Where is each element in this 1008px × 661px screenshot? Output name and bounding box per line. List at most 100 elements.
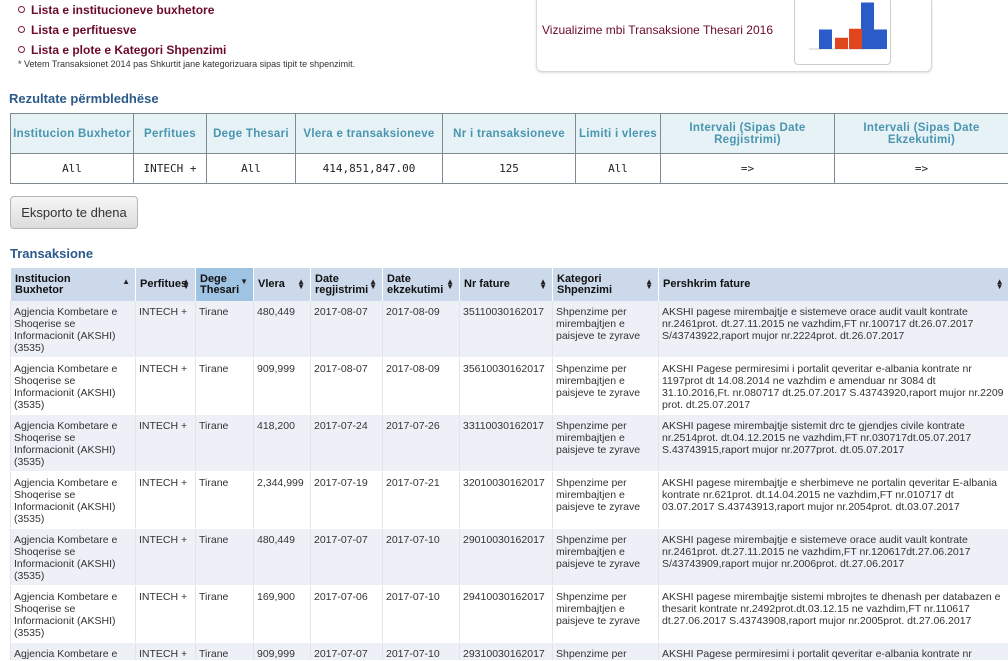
column-header-value[interactable]: Vlera▲▼: [254, 268, 311, 301]
cell-treasury-branch: Tirane: [196, 529, 254, 586]
summary-header-row: Institucion Buxhetor Perfitues Dege Thes…: [11, 114, 1008, 154]
summary-title: Rezultate përmbledhëse: [9, 91, 159, 106]
chart-bar: [819, 30, 832, 50]
summary-col-limit: Limiti i vleres: [576, 114, 661, 154]
cell-execution-date: 2017-07-21: [383, 472, 460, 529]
cell-invoice-number: 33110030162017: [460, 415, 553, 472]
cell-treasury-branch: Tirane: [196, 301, 254, 358]
sort-both-icon: ▲▼: [297, 279, 305, 289]
cell-institution: Agjencia Kombetare e Shoqerise se Inform…: [11, 529, 136, 586]
cell-value: 169,900: [254, 586, 311, 643]
link-beneficiaries-list[interactable]: Lista e perfituesve: [18, 20, 355, 40]
sort-both-icon: ▲▼: [996, 279, 1004, 289]
cell-value: 909,999: [254, 643, 311, 661]
cell-beneficiary: INTECH +: [136, 415, 196, 472]
chart-bar: [861, 3, 874, 50]
sort-both-icon: ▲▼: [539, 279, 547, 289]
cell-invoice-description: AKSHI pagese mirembajtje e sistemeve ora…: [659, 301, 1008, 358]
cell-registration-date: 2017-07-07: [311, 643, 383, 661]
summary-col-beneficiary: Perfitues: [134, 114, 207, 154]
column-header-beneficiary[interactable]: Perfitues▲▼: [136, 268, 196, 301]
cell-treasury-branch: Tirane: [196, 358, 254, 415]
cell-institution: Agjencia Kombetare e Shoqerise se Inform…: [11, 415, 136, 472]
table-row[interactable]: Agjencia Kombetare e Shoqerise se Inform…: [11, 529, 1008, 586]
sort-both-icon: ▲▼: [369, 279, 377, 289]
cell-institution: Agjencia Kombetare e: [11, 643, 136, 661]
cell-treasury-branch: Tirane: [196, 415, 254, 472]
transactions-header-row: Institucion Buxhetor▲ Perfitues▲▼ Dege T…: [11, 268, 1008, 301]
column-header-treasury-branch[interactable]: Dege Thesari▼: [196, 268, 254, 301]
cell-invoice-number: 35110030162017: [460, 301, 553, 358]
cell-institution: Agjencia Kombetare e Shoqerise se Inform…: [11, 301, 136, 358]
cell-expense-category: Shpenzime per mirembajtjen e paisjeve te…: [553, 358, 659, 415]
column-header-invoice-description[interactable]: Pershkrim fature▲▼: [659, 268, 1008, 301]
cell-execution-date: 2017-08-09: [383, 358, 460, 415]
summary-count-value: 125: [443, 154, 576, 184]
table-row[interactable]: Agjencia Kombetare e Shoqerise se Inform…: [11, 586, 1008, 643]
circle-bullet-icon: [18, 6, 25, 13]
summary-table: Institucion Buxhetor Perfitues Dege Thes…: [10, 113, 1008, 184]
cell-registration-date: 2017-07-24: [311, 415, 383, 472]
cell-expense-category: Shpenzime per mirembajtjen e paisjeve te…: [553, 472, 659, 529]
cell-execution-date: 2017-07-10: [383, 586, 460, 643]
chart-thumbnail[interactable]: [794, 0, 891, 65]
cell-beneficiary: INTECH +: [136, 472, 196, 529]
summary-col-count: Nr i transaksioneve: [443, 114, 576, 154]
table-row[interactable]: Agjencia Kombetare e Shoqerise se Inform…: [11, 472, 1008, 529]
export-data-button[interactable]: Eksporto te dhena: [10, 196, 138, 229]
circle-bullet-icon: [18, 46, 25, 53]
table-row[interactable]: Agjencia Kombetare e Shoqerise se Inform…: [11, 358, 1008, 415]
summary-interval-execution-value: =>: [835, 154, 1008, 184]
column-header-invoice-number[interactable]: Nr fature▲▼: [460, 268, 553, 301]
cell-registration-date: 2017-08-07: [311, 301, 383, 358]
categorization-note: * Vetem Transaksionet 2014 pas Shkurtit …: [18, 59, 355, 69]
sort-asc-icon: ▲: [122, 279, 130, 284]
table-row[interactable]: Agjencia Kombetare eINTECH +Tirane909,99…: [11, 643, 1008, 661]
visualization-panel[interactable]: Vizualizime mbi Transaksione Thesari 201…: [536, 0, 932, 72]
chart-bar: [835, 38, 848, 49]
table-row[interactable]: Agjencia Kombetare e Shoqerise se Inform…: [11, 301, 1008, 358]
summary-branch-value: All: [207, 154, 296, 184]
cell-beneficiary: INTECH +: [136, 301, 196, 358]
cell-value: 480,449: [254, 301, 311, 358]
cell-invoice-description: AKSHI pagese mirembajtje e sistemeve ora…: [659, 529, 1008, 586]
cell-invoice-description: AKSHI pagese mirembajtje sistemit drc te…: [659, 415, 1008, 472]
cell-invoice-number: 29310030162017: [460, 643, 553, 661]
summary-beneficiary-value: INTECH +: [134, 154, 207, 184]
cell-institution: Agjencia Kombetare e Shoqerise se Inform…: [11, 472, 136, 529]
column-header-institution[interactable]: Institucion Buxhetor▲: [11, 268, 136, 301]
cell-execution-date: 2017-07-10: [383, 529, 460, 586]
summary-col-treasury-branch: Dege Thesari: [207, 114, 296, 154]
cell-invoice-description: AKSHI Pagese permiresimi i portalit qeve…: [659, 643, 1008, 661]
summary-total-value: 414,851,847.00: [296, 154, 443, 184]
cell-registration-date: 2017-07-19: [311, 472, 383, 529]
column-header-registration-date[interactable]: Date regjistrimi▲▼: [311, 268, 383, 301]
cell-institution: Agjencia Kombetare e Shoqerise se Inform…: [11, 586, 136, 643]
visualization-link[interactable]: Vizualizime mbi Transaksione Thesari 201…: [542, 23, 773, 37]
summary-institution-value: All: [11, 154, 134, 184]
cell-expense-category: Shpenzime per mirembajtjen e paisjeve te…: [553, 415, 659, 472]
summary-col-institution: Institucion Buxhetor: [11, 114, 134, 154]
cell-registration-date: 2017-07-07: [311, 529, 383, 586]
cell-execution-date: 2017-08-09: [383, 301, 460, 358]
column-header-execution-date[interactable]: Date ekzekutimi▲▼: [383, 268, 460, 301]
summary-limit-value: All: [576, 154, 661, 184]
transactions-title: Transaksione: [10, 246, 93, 261]
sort-both-icon: ▲▼: [182, 279, 190, 289]
table-row[interactable]: Agjencia Kombetare e Shoqerise se Inform…: [11, 415, 1008, 472]
cell-execution-date: 2017-07-26: [383, 415, 460, 472]
cell-registration-date: 2017-07-06: [311, 586, 383, 643]
cell-beneficiary: INTECH +: [136, 529, 196, 586]
sort-desc-icon: ▼: [240, 279, 248, 284]
summary-row: All INTECH + All 414,851,847.00 125 All …: [11, 154, 1008, 184]
cell-value: 2,344,999: [254, 472, 311, 529]
sort-both-icon: ▲▼: [645, 279, 653, 289]
cell-invoice-description: AKSHI pagese mirembajtje e sherbimeve ne…: [659, 472, 1008, 529]
cell-beneficiary: INTECH +: [136, 586, 196, 643]
cell-expense-category: Shpenzime per: [553, 643, 659, 661]
column-header-expense-category[interactable]: Kategori Shpenzimi▲▼: [553, 268, 659, 301]
link-expense-categories-list[interactable]: Lista e plote e Kategori Shpenzimi: [18, 40, 355, 60]
cell-beneficiary: INTECH +: [136, 643, 196, 661]
link-institutions-list[interactable]: Lista e institucioneve buxhetore: [18, 0, 355, 20]
cell-value: 480,449: [254, 529, 311, 586]
